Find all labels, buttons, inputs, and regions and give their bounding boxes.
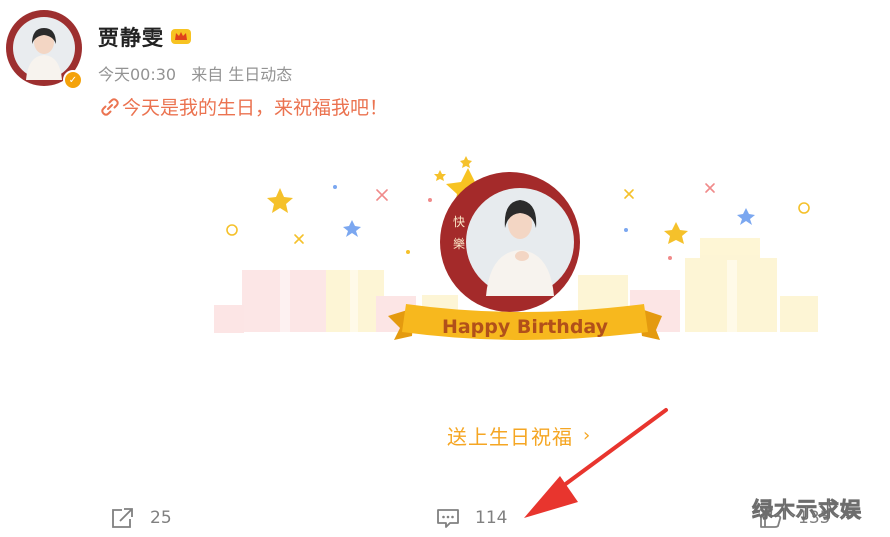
crown-icon bbox=[171, 29, 191, 44]
post-source[interactable]: 来自 生日动态 bbox=[191, 65, 292, 84]
watermark: 绿木示求娱 bbox=[752, 498, 862, 523]
post-meta: 今天00:30 来自 生日动态 bbox=[98, 61, 302, 85]
birthday-portrait: 快 樂 bbox=[440, 172, 580, 312]
username[interactable]: 贾静雯 bbox=[98, 22, 164, 52]
post-text-content: 今天是我的生日，来祝福我吧！ bbox=[122, 97, 389, 119]
post-text[interactable]: 今天是我的生日，来祝福我吧！ bbox=[100, 93, 388, 120]
send-birthday-wishes-label: 送上生日祝福 bbox=[447, 425, 573, 449]
link-icon bbox=[101, 97, 119, 116]
card-vertical-char-2: 樂 bbox=[453, 236, 465, 251]
comment-icon bbox=[437, 509, 459, 528]
birthday-card[interactable]: 快 樂 Happy Birthday bbox=[200, 140, 840, 370]
comment-button[interactable]: 114 bbox=[435, 506, 507, 530]
post-time[interactable]: 今天00:30 bbox=[98, 65, 176, 84]
share-count: 25 bbox=[150, 508, 172, 528]
share-button[interactable]: 25 bbox=[110, 506, 172, 530]
card-vertical-char-1: 快 bbox=[453, 215, 465, 229]
comment-count: 114 bbox=[475, 508, 508, 528]
verified-badge-icon: ✓ bbox=[63, 70, 83, 90]
banner-text: Happy Birthday bbox=[442, 316, 609, 338]
share-icon bbox=[112, 508, 133, 528]
chevron-right-icon: › bbox=[583, 425, 592, 446]
send-birthday-wishes-button[interactable]: 送上生日祝福 › bbox=[447, 421, 591, 450]
